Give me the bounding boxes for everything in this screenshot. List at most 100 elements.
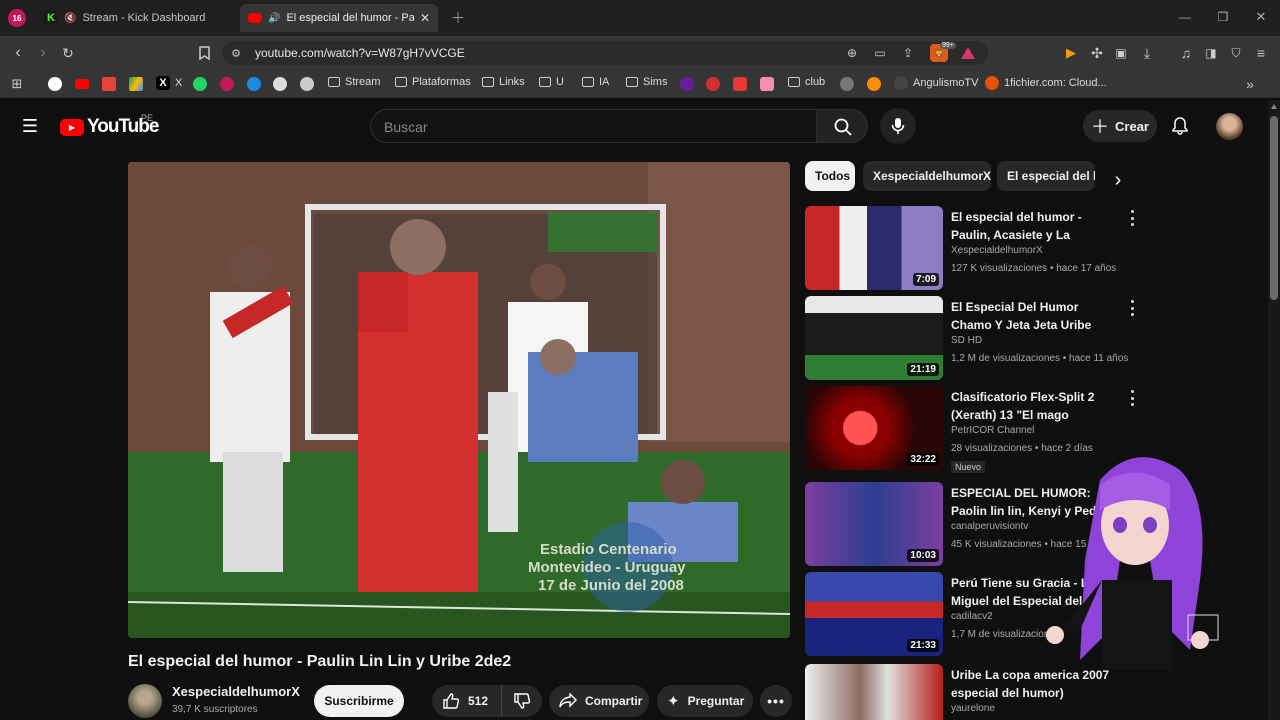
list-item[interactable]: 21:19 El Especial Del Humor Chamo Y Jeta… [805,296,1135,380]
drive-icon[interactable] [129,77,143,91]
red-site-icon[interactable] [733,77,747,91]
video-thumbnail[interactable]: 7:09 [805,206,943,290]
channel-name[interactable]: PetrICOR Channel [951,425,1034,436]
reload-icon[interactable]: ↻ [59,44,77,62]
wallet-icon[interactable]: ▣ [1113,45,1129,61]
close-window-icon[interactable]: ✕ [1252,8,1270,26]
sidebar-icon[interactable]: ◨ [1203,45,1219,61]
purple-site-icon[interactable] [680,77,694,91]
whatsapp-icon[interactable] [193,77,207,91]
bookmark-folder-u[interactable]: U [539,76,564,88]
bookmark-1fichier[interactable]: 1fichier.com: Cloud... [985,76,1107,90]
bookmark-x[interactable]: X X [156,76,182,90]
menu-icon[interactable]: ≡ [1253,45,1269,61]
channel-name[interactable]: XespecialdelhumorX [172,684,300,699]
mute-icon[interactable]: 🔇 [64,13,76,24]
new-tab-icon[interactable]: ＋ [450,10,466,26]
media-icon[interactable]: ♫ [1178,45,1194,61]
hamburger-menu-icon[interactable]: ☰ [20,116,40,136]
forward-icon[interactable]: › [34,44,52,62]
bookmark-angulismotv[interactable]: AngulismoTV [894,76,978,90]
play-extension-icon[interactable]: ▶ [1063,45,1079,61]
user-avatar[interactable] [1216,113,1243,140]
bookmark-folder-sims[interactable]: Sims [626,76,667,88]
page-scrollbar[interactable] [1268,100,1280,720]
openai-icon[interactable] [300,77,314,91]
chip-channel[interactable]: XespecialdelhumorX [863,161,991,191]
notifications-bell-icon[interactable] [1170,116,1190,136]
cast-icon[interactable]: ▭ [872,45,888,61]
share-button[interactable]: Compartir [549,685,649,717]
video-thumbnail[interactable] [805,664,943,720]
download-icon[interactable]: ⤓ [1139,45,1155,61]
youtube-bookmark-icon[interactable] [75,79,89,89]
channel-name[interactable]: cadilacv2 [951,611,993,622]
like-button[interactable]: 512 [432,685,502,717]
channel-avatar[interactable] [128,684,162,718]
ask-button[interactable]: ✦ Preguntar [657,685,753,717]
address-bar[interactable]: ⚙ youtube.com/watch?v=W87gH7vVCGE ⊕ ▭ ⇪ … [222,41,988,65]
close-tab-icon[interactable]: ✕ [420,11,430,25]
vpn-shield-icon[interactable]: ⛉ [1228,45,1244,61]
gmail-icon[interactable] [102,77,116,91]
more-actions-button[interactable]: ••• [760,685,792,717]
channel-name[interactable]: yaurelone [951,703,995,714]
more-bookmarks-icon[interactable]: » [1242,76,1258,92]
heart-site-icon[interactable] [706,77,720,91]
scroll-up-icon[interactable] [1271,104,1277,109]
scrollbar-thumb[interactable] [1270,116,1278,300]
more-vertical-icon[interactable] [1127,210,1137,226]
chip-related[interactable]: El especial del hu [997,161,1095,191]
bookmark-folder-stream[interactable]: Stream [328,76,380,88]
search-input[interactable]: Buscar [370,109,816,143]
browser-logo-icon[interactable]: 16 [8,9,26,27]
github-icon[interactable] [273,77,287,91]
gear-site-icon[interactable] [840,77,854,91]
video-thumbnail[interactable]: 10:03 [805,482,943,566]
apps-grid-icon[interactable]: ⊞ [9,76,25,92]
create-button[interactable]: ＋ Crear [1083,110,1157,142]
audio-icon[interactable]: 🔊 [268,13,280,24]
url-text[interactable]: youtube.com/watch?v=W87gH7vVCGE [255,46,465,60]
chip-todos[interactable]: Todos [805,161,855,191]
zoom-icon[interactable]: ⊕ [844,45,860,61]
chips-next-icon[interactable]: › [1108,168,1128,192]
search-button[interactable] [816,109,868,143]
maximize-icon[interactable]: ❐ [1214,8,1232,26]
channel-name[interactable]: XespecialdelhumorX [951,245,1043,256]
video-title[interactable]: El especial del humor - Paulin, Acasiete… [951,208,1111,244]
video-player[interactable]: Estadio Centenario Montevideo - Uruguay … [128,162,790,638]
orange-site-icon[interactable] [867,77,881,91]
bookmark-icon[interactable] [196,44,212,62]
google-icon[interactable] [48,77,62,91]
site-settings-icon[interactable]: ⚙ [228,45,244,61]
list-item[interactable]: 7:09 El especial del humor - Paulin, Aca… [805,206,1135,290]
bookmark-folder-links[interactable]: Links [482,76,525,88]
more-vertical-icon[interactable] [1127,390,1137,406]
video-thumbnail[interactable]: 21:19 [805,296,943,380]
back-icon[interactable]: ‹ [9,44,27,62]
video-thumbnail[interactable]: 32:22 [805,386,943,470]
tab-youtube-video[interactable]: 🔊 El especial del humor - Paulin ✕ [240,4,438,32]
bookmark-folder-plataformas[interactable]: Plataformas [395,76,471,88]
bookmark-folder-ia[interactable]: IA [582,76,609,88]
pink-site-icon[interactable] [760,77,774,91]
edge-icon[interactable] [247,77,261,91]
bookmark-folder-club[interactable]: club [788,76,825,88]
extensions-icon[interactable]: ✣ [1089,45,1105,61]
minimize-icon[interactable]: — [1176,8,1194,26]
channel-name[interactable]: SD HD [951,335,982,346]
video-title[interactable]: El Especial Del Humor Chamo Y Jeta Jeta … [951,298,1111,334]
channel-name[interactable]: canalperuvisiontv [951,521,1028,532]
video-title[interactable]: Clasificatorio Flex-Split 2 (Xerath) 13 … [951,388,1111,424]
dislike-button[interactable] [502,685,542,717]
share-page-icon[interactable]: ⇪ [900,45,916,61]
video-thumbnail[interactable]: 21:33 [805,572,943,656]
bookmark-label: IA [599,76,610,88]
tab-kick-dashboard[interactable]: K 🔇 Stream - Kick Dashboard [36,4,236,32]
voice-search-button[interactable] [880,108,916,144]
subscribe-button[interactable]: Suscribirme [314,685,404,717]
more-vertical-icon[interactable] [1127,300,1137,316]
brave-icon[interactable] [220,77,234,91]
brave-rewards-icon[interactable] [960,45,976,61]
